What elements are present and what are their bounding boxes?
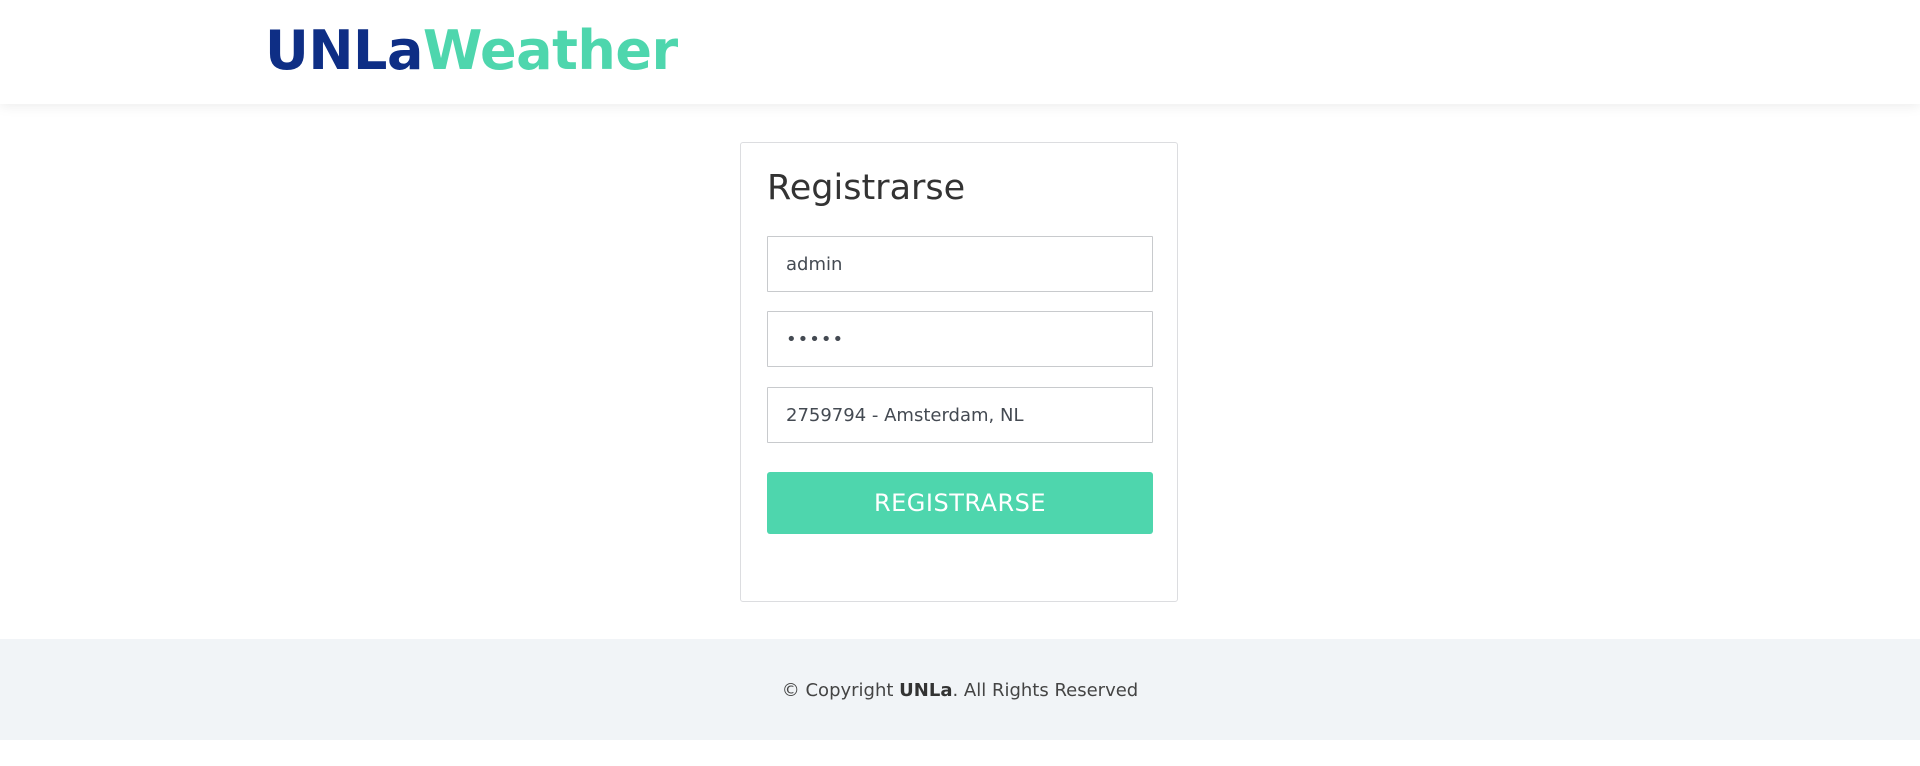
- site-footer: © Copyright UNLa. All Rights Reserved: [0, 639, 1920, 740]
- logo-part-weather: Weather: [422, 19, 678, 82]
- username-input[interactable]: [767, 236, 1153, 292]
- register-button[interactable]: REGISTRARSE: [767, 472, 1153, 534]
- city-input[interactable]: [767, 387, 1153, 443]
- register-title: Registrarse: [767, 168, 966, 208]
- copyright-brand: UNLa: [899, 680, 953, 701]
- site-logo[interactable]: UNLaWeather: [265, 18, 678, 84]
- site-header: UNLaWeather: [0, 0, 1920, 104]
- register-card: Registrarse REGISTRARSE: [740, 142, 1178, 602]
- copyright-text: © Copyright UNLa. All Rights Reserved: [782, 679, 1138, 703]
- copyright-prefix: © Copyright: [781, 680, 900, 701]
- password-input[interactable]: [767, 311, 1153, 367]
- copyright-suffix: . All Rights Reserved: [952, 680, 1139, 701]
- logo-part-unla: UNLa: [265, 19, 423, 82]
